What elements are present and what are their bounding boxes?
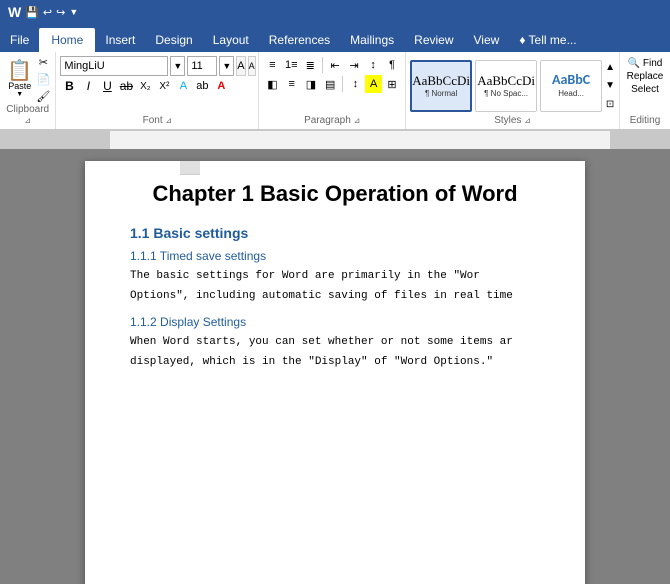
copy-button[interactable]: 📄: [35, 71, 51, 87]
style-normal-preview: AaBbCcDi: [412, 74, 470, 87]
quick-access-undo[interactable]: ↩: [43, 6, 52, 19]
tab-home[interactable]: Home: [39, 28, 95, 52]
font-size-dropdown[interactable]: ▼: [219, 56, 234, 76]
bullet-list-button[interactable]: ≡: [263, 56, 281, 74]
style-no-spacing[interactable]: AaBbCcDi ¶ No Spac...: [475, 60, 537, 112]
font-grow-button[interactable]: A: [236, 56, 245, 76]
format-painter-button[interactable]: 🖌: [35, 88, 51, 104]
ruler: [0, 131, 670, 148]
style-heading1[interactable]: AaBbC Head...: [540, 60, 602, 112]
show-hide-button[interactable]: ¶: [383, 56, 401, 74]
sort-button[interactable]: ↕: [364, 56, 382, 74]
section-heading-1-1-1: 1.1.1 Timed save settings: [130, 249, 540, 263]
borders-button[interactable]: ⊞: [383, 75, 401, 93]
font-group: ▼ ▼ A A B I U ab X₂ X² A ab A Font ⊿: [56, 52, 259, 129]
find-button[interactable]: 🔍 Find: [628, 58, 663, 69]
underline-button[interactable]: U: [98, 77, 116, 95]
tab-review[interactable]: Review: [404, 28, 463, 52]
align-left-button[interactable]: ◧: [263, 75, 281, 93]
select-button[interactable]: Select: [631, 84, 659, 95]
style-heading1-label: Head...: [558, 89, 584, 98]
superscript-button[interactable]: X²: [155, 77, 173, 95]
style-heading1-preview: AaBbC: [552, 73, 590, 87]
cut-button[interactable]: ✂: [35, 54, 51, 70]
section-heading-1-1-2: 1.1.2 Display Settings: [130, 315, 540, 329]
paragraph-group: ≡ 1≡ ≣ ⇤ ⇥ ↕ ¶ ◧ ≡ ◨ ▤ ↕ A ⊞ Paragraph ⊿: [259, 52, 406, 129]
section-1-1-1-para-1: The basic settings for Word are primaril…: [130, 268, 540, 286]
shading-button[interactable]: A: [365, 75, 381, 93]
font-color-button[interactable]: A: [212, 77, 230, 95]
tab-layout[interactable]: Layout: [203, 28, 259, 52]
line-spacing-button[interactable]: ↕: [346, 75, 364, 93]
tab-mailings[interactable]: Mailings: [340, 28, 404, 52]
word-icon: W: [8, 4, 21, 20]
quick-access-dropdown[interactable]: ▼: [69, 7, 78, 17]
strikethrough-button[interactable]: ab: [117, 77, 135, 95]
top-bar: W 💾 ↩ ↪ ▼: [0, 0, 670, 24]
font-size-input[interactable]: [187, 56, 217, 76]
style-no-spacing-preview: AaBbCcDi: [477, 74, 535, 87]
tab-insert[interactable]: Insert: [95, 28, 145, 52]
styles-group: AaBbCcDi ¶ Normal AaBbCcDi ¶ No Spac... …: [406, 52, 620, 129]
tab-file[interactable]: File: [0, 28, 39, 52]
style-normal-label: ¶ Normal: [425, 89, 457, 98]
font-shrink-button[interactable]: A: [248, 56, 256, 76]
section-1-1-1-para-2: Options", including automatic saving of …: [130, 288, 540, 306]
quick-access-redo[interactable]: ↪: [56, 6, 65, 19]
section-heading-1-1: 1.1 Basic settings: [130, 225, 540, 241]
styles-group-label: Styles ⊿: [410, 115, 615, 127]
replace-button[interactable]: Replace: [627, 71, 664, 82]
editing-label: Editing: [624, 115, 666, 127]
document-area: Chapter 1 Basic Operation of Word 1.1 Ba…: [0, 149, 670, 584]
tab-design[interactable]: Design: [145, 28, 202, 52]
section-1-1-2-para-2: displayed, which is in the "Display" of …: [130, 354, 540, 372]
tab-view[interactable]: View: [464, 28, 510, 52]
style-no-spacing-label: ¶ No Spac...: [484, 89, 528, 98]
styles-more[interactable]: ⊡: [605, 99, 615, 110]
style-normal[interactable]: AaBbCcDi ¶ Normal: [410, 60, 472, 112]
subscript-button[interactable]: X₂: [136, 77, 154, 95]
multilevel-list-button[interactable]: ≣: [301, 56, 319, 74]
paste-button[interactable]: 📋 Paste ▼: [4, 59, 35, 100]
styles-scroll-down[interactable]: ▼: [605, 80, 615, 91]
increase-indent-button[interactable]: ⇥: [345, 56, 363, 74]
document-page[interactable]: Chapter 1 Basic Operation of Word 1.1 Ba…: [85, 161, 585, 584]
styles-scroll-up[interactable]: ▲: [605, 62, 615, 73]
numbered-list-button[interactable]: 1≡: [282, 56, 300, 74]
align-right-button[interactable]: ◨: [302, 75, 320, 93]
paragraph-group-label: Paragraph ⊿: [263, 115, 401, 127]
text-effect-button[interactable]: A: [174, 77, 192, 95]
tab-references[interactable]: References: [259, 28, 340, 52]
justify-button[interactable]: ▤: [321, 75, 339, 93]
align-center-button[interactable]: ≡: [283, 75, 301, 93]
clipboard-label: Clipboard ⊿: [4, 104, 51, 127]
decrease-indent-button[interactable]: ⇤: [326, 56, 344, 74]
tab-tell-me[interactable]: ♦ Tell me...: [509, 28, 586, 52]
font-name-dropdown[interactable]: ▼: [170, 56, 185, 76]
quick-access-save[interactable]: 💾: [25, 6, 39, 19]
section-1-1-2-para-1: When Word starts, you can set whether or…: [130, 334, 540, 352]
editing-group: 🔍 Find Replace Select Editing: [620, 52, 670, 129]
chapter-title: Chapter 1 Basic Operation of Word: [130, 181, 540, 207]
font-group-label: Font ⊿: [60, 115, 254, 127]
clipboard-group: 📋 Paste ▼ ✂ 📄 🖌 Clipboard ⊿: [0, 52, 56, 129]
text-highlight-button[interactable]: ab: [193, 77, 211, 95]
bold-button[interactable]: B: [60, 77, 78, 95]
italic-button[interactable]: I: [79, 77, 97, 95]
font-name-input[interactable]: [60, 56, 168, 76]
